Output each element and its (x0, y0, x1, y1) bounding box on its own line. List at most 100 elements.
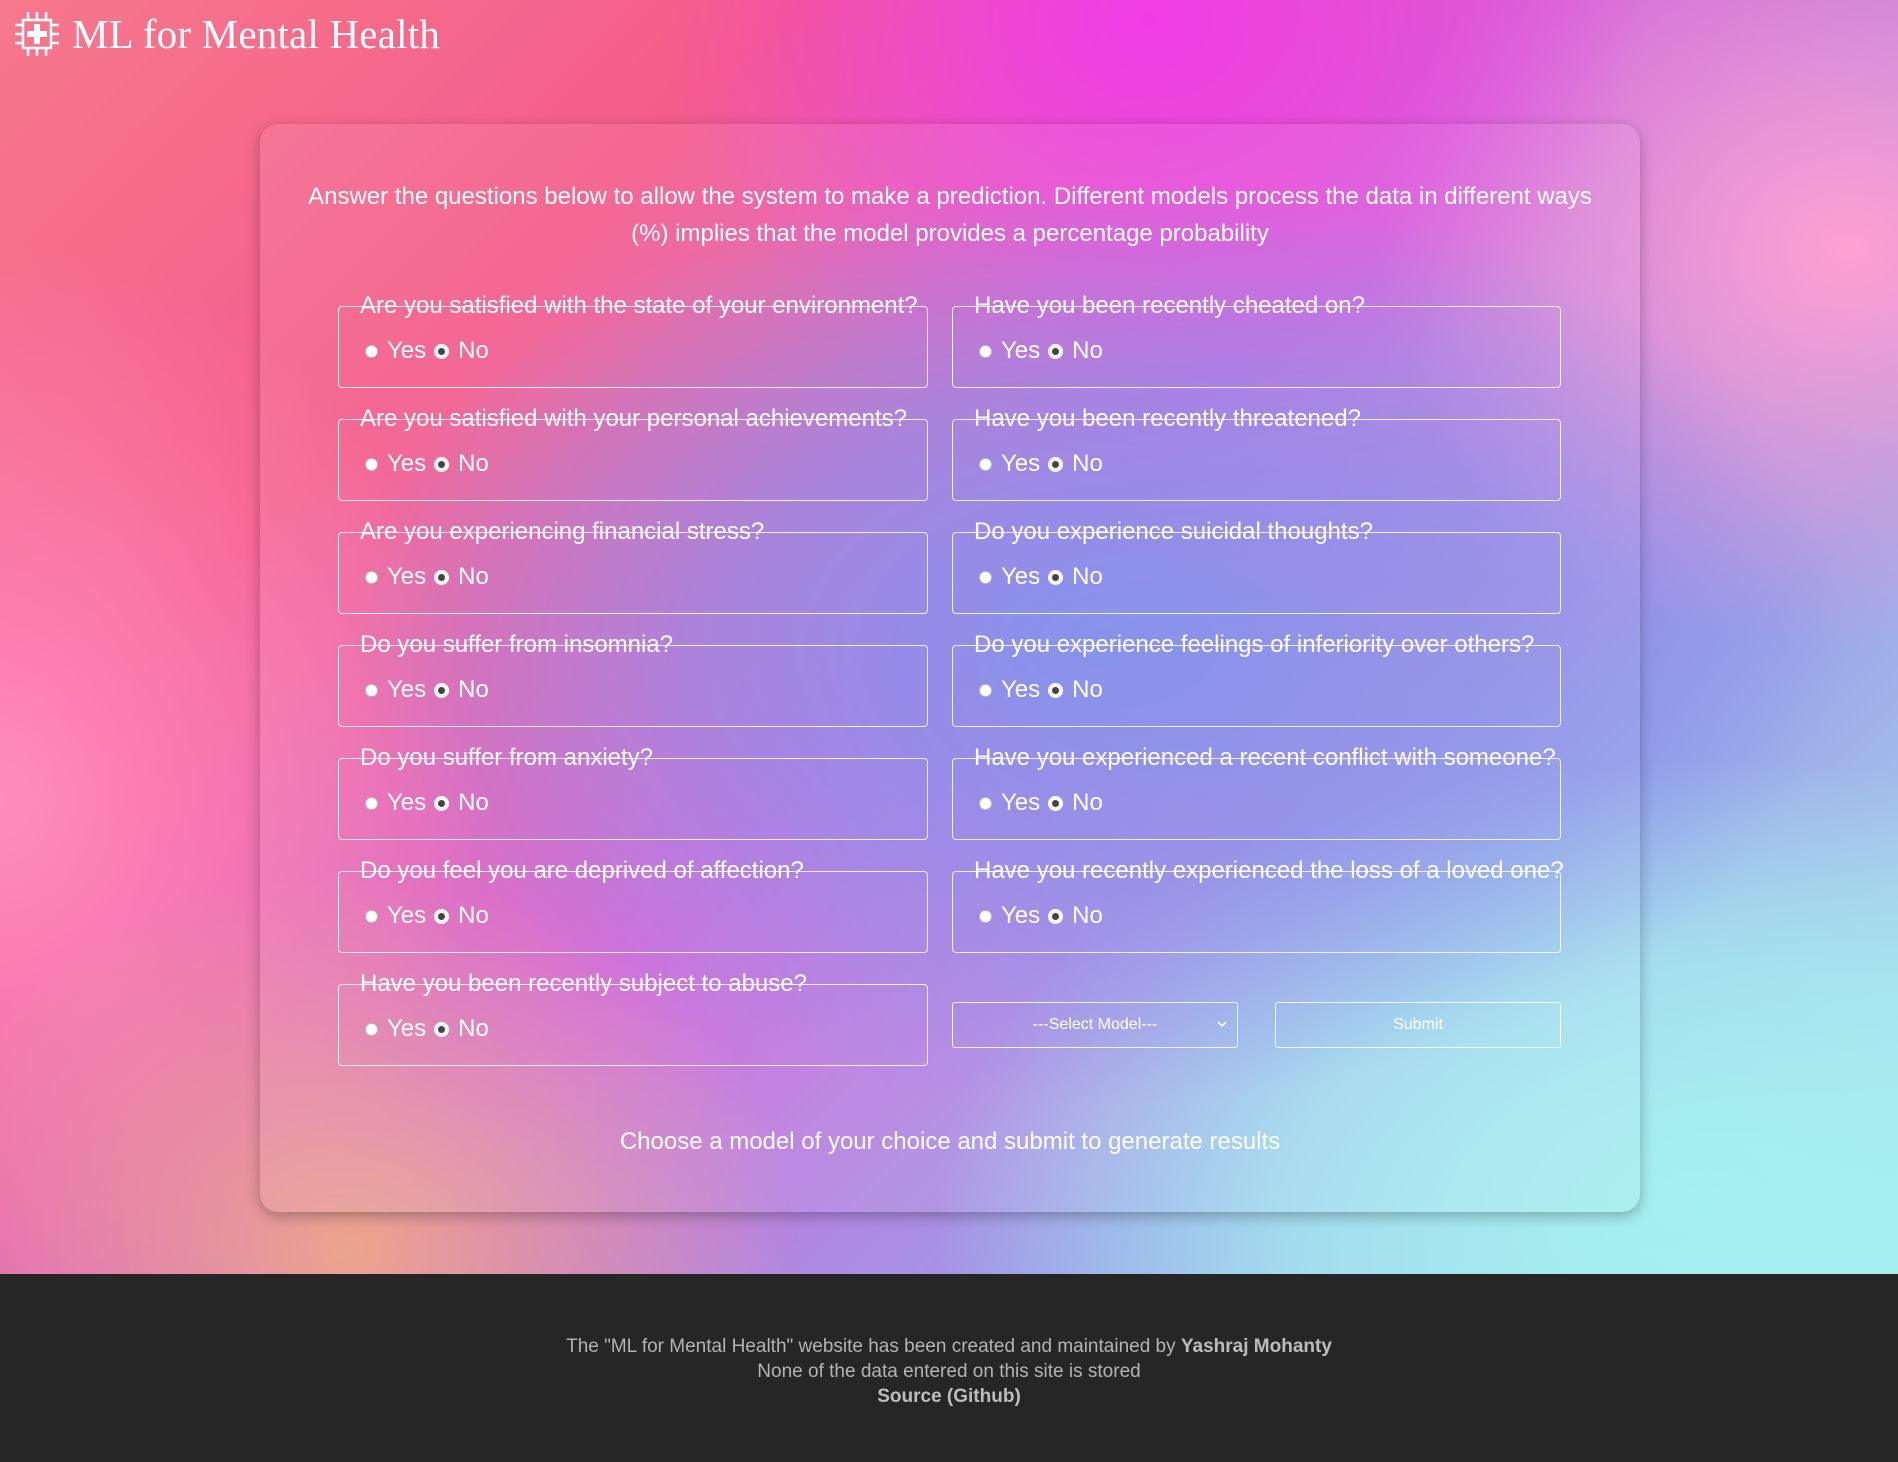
radio-no[interactable] (1048, 569, 1064, 585)
question-fieldset: Are you satisfied with the state of your… (338, 292, 928, 388)
question-label: Are you experiencing financial stress? (360, 518, 765, 545)
radio-yes-label[interactable]: Yes (1001, 676, 1040, 704)
medical-chip-icon (14, 11, 60, 57)
radio-yes[interactable] (979, 909, 992, 923)
intro-text: Answer the questions below to allow the … (260, 178, 1640, 252)
radio-no[interactable] (434, 795, 450, 811)
footer-privacy-note: None of the data entered on this site is… (757, 1361, 1141, 1382)
radio-yes[interactable] (979, 683, 992, 697)
prediction-form-card: Answer the questions below to allow the … (260, 124, 1640, 1212)
radio-yes-label[interactable]: Yes (1001, 902, 1040, 930)
yes-no-radio-group: Yes No (365, 676, 497, 704)
site-footer: The "ML for Mental Health" website has b… (0, 1274, 1898, 1462)
radio-yes[interactable] (979, 796, 992, 810)
radio-no-label[interactable]: No (458, 902, 489, 930)
radio-yes-label[interactable]: Yes (1001, 450, 1040, 478)
source-github-link[interactable]: Source (Github) (877, 1386, 1021, 1407)
yes-no-radio-group: Yes No (365, 789, 497, 817)
radio-yes-label[interactable]: Yes (387, 902, 426, 930)
footer-credit-text: The "ML for Mental Health" website has b… (566, 1336, 1176, 1357)
intro-line-1: Answer the questions below to allow the … (308, 183, 1592, 210)
question-label: Do you experience feelings of inferiorit… (974, 631, 1535, 658)
radio-no-label[interactable]: No (1072, 902, 1103, 930)
radio-yes[interactable] (365, 796, 378, 810)
question-label: Have you recently experienced the loss o… (974, 857, 1564, 884)
question-fieldset: Are you experiencing financial stress? Ye… (338, 518, 928, 614)
model-select-value: ---Select Model--- (1032, 1016, 1158, 1033)
chevron-down-icon (1215, 1017, 1229, 1031)
yes-no-radio-group: Yes No (365, 450, 497, 478)
question-label: Have you experienced a recent conflict w… (974, 744, 1556, 771)
question-label: Are you satisfied with the state of your… (360, 292, 918, 319)
radio-yes-label[interactable]: Yes (1001, 563, 1040, 591)
radio-no[interactable] (1048, 682, 1064, 698)
radio-no[interactable] (1048, 795, 1064, 811)
question-fieldset: Do you experience suicidal thoughts? Yes N… (952, 518, 1561, 614)
radio-yes-label[interactable]: Yes (387, 789, 426, 817)
radio-no[interactable] (434, 343, 450, 359)
question-fieldset: Do you suffer from anxiety? Yes No (338, 744, 928, 840)
radio-yes[interactable] (365, 457, 378, 471)
radio-yes-label[interactable]: Yes (387, 450, 426, 478)
question-label: Are you satisfied with your personal ach… (360, 405, 907, 432)
question-label: Have you been recently cheated on? (974, 292, 1365, 319)
radio-no[interactable] (1048, 456, 1064, 472)
radio-no-label[interactable]: No (1072, 450, 1103, 478)
model-select[interactable]: ---Select Model--- (952, 1002, 1238, 1048)
question-fieldset: Have you been recently threatened? Yes No (952, 405, 1561, 501)
yes-no-radio-group: Yes No (979, 902, 1111, 930)
radio-no[interactable] (434, 1021, 450, 1037)
radio-yes-label[interactable]: Yes (1001, 789, 1040, 817)
radio-no-label[interactable]: No (1072, 563, 1103, 591)
radio-yes[interactable] (365, 1022, 378, 1036)
radio-no-label[interactable]: No (1072, 676, 1103, 704)
radio-no-label[interactable]: No (458, 1015, 489, 1043)
radio-yes[interactable] (979, 570, 992, 584)
radio-no-label[interactable]: No (458, 337, 489, 365)
footer-credit: The "ML for Mental Health" website has b… (0, 1334, 1898, 1359)
yes-no-radio-group: Yes No (979, 789, 1111, 817)
radio-no[interactable] (1048, 343, 1064, 359)
radio-yes[interactable] (365, 570, 378, 584)
yes-no-radio-group: Yes No (365, 1015, 497, 1043)
question-label: Do you suffer from insomnia? (360, 631, 674, 658)
radio-yes-label[interactable]: Yes (387, 676, 426, 704)
radio-yes[interactable] (365, 909, 378, 923)
radio-no[interactable] (434, 456, 450, 472)
yes-no-radio-group: Yes No (365, 337, 497, 365)
radio-yes-label[interactable]: Yes (387, 563, 426, 591)
radio-no[interactable] (434, 569, 450, 585)
radio-no-label[interactable]: No (458, 676, 489, 704)
yes-no-radio-group: Yes No (979, 563, 1111, 591)
question-fieldset: Have you been recently subject to abuse?… (338, 970, 928, 1066)
yes-no-radio-group: Yes No (979, 337, 1111, 365)
radio-yes[interactable] (365, 683, 378, 697)
submit-button[interactable]: Submit (1275, 1002, 1561, 1048)
radio-yes-label[interactable]: Yes (387, 337, 426, 365)
radio-yes-label[interactable]: Yes (1001, 337, 1040, 365)
radio-no-label[interactable]: No (458, 563, 489, 591)
radio-yes[interactable] (979, 457, 992, 471)
yes-no-radio-group: Yes No (979, 676, 1111, 704)
radio-yes[interactable] (365, 344, 378, 358)
question-fieldset: Have you recently experienced the loss o… (952, 857, 1564, 953)
question-fieldset: Have you been recently cheated on? Yes No (952, 292, 1561, 388)
yes-no-radio-group: Yes No (365, 902, 497, 930)
yes-no-radio-group: Yes No (365, 563, 497, 591)
radio-no-label[interactable]: No (458, 789, 489, 817)
radio-no-label[interactable]: No (458, 450, 489, 478)
radio-yes-label[interactable]: Yes (387, 1015, 426, 1043)
radio-no[interactable] (434, 908, 450, 924)
question-label: Do you suffer from anxiety? (360, 744, 654, 771)
radio-yes[interactable] (979, 344, 992, 358)
question-fieldset: Do you feel you are deprived of affectio… (338, 857, 928, 953)
site-title: ML for Mental Health (72, 11, 440, 57)
radio-no-label[interactable]: No (1072, 337, 1103, 365)
radio-no[interactable] (434, 682, 450, 698)
footer-author: Yashraj Mohanty (1180, 1336, 1332, 1357)
radio-no[interactable] (1048, 908, 1064, 924)
radio-no-label[interactable]: No (1072, 789, 1103, 817)
question-fieldset: Are you satisfied with your personal ach… (338, 405, 928, 501)
question-fieldset: Do you experience feelings of inferiorit… (952, 631, 1561, 727)
question-label: Do you experience suicidal thoughts? (974, 518, 1373, 545)
